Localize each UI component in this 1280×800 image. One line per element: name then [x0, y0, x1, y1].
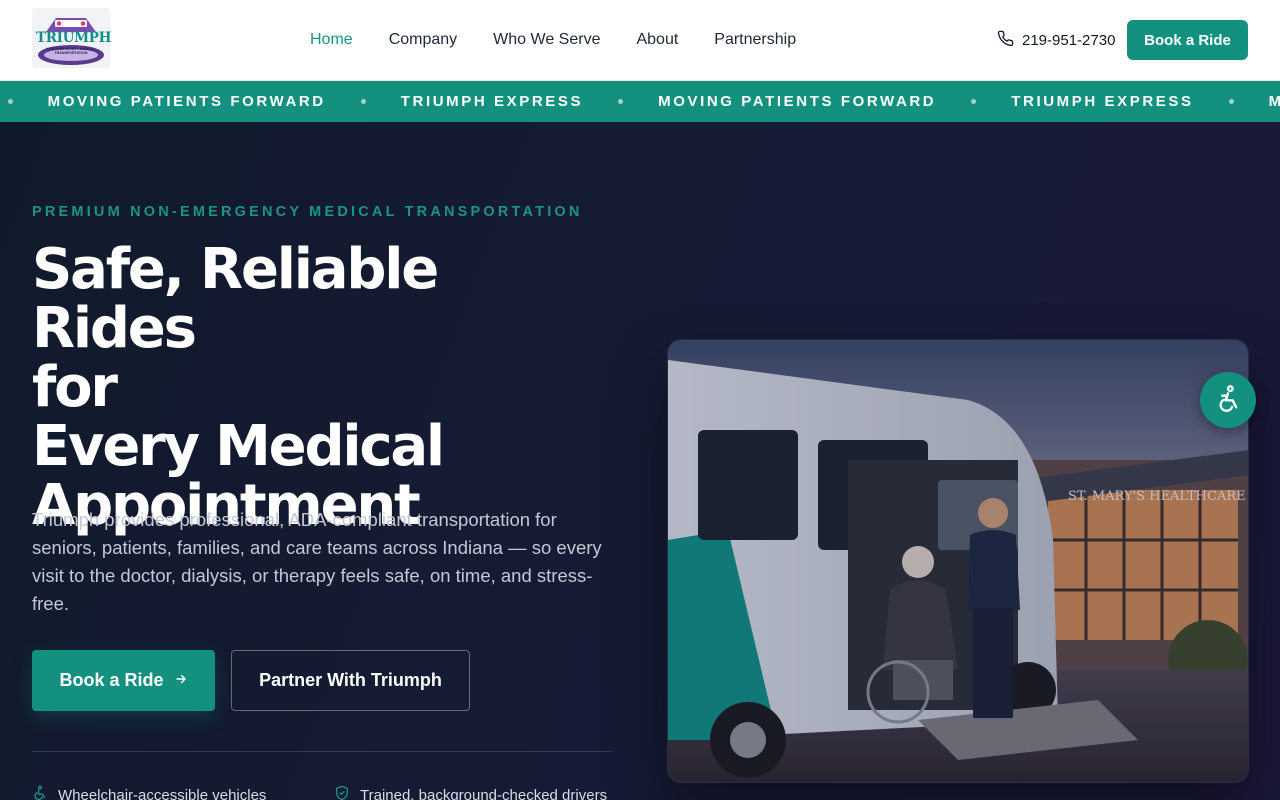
marquee-banner: S MOVING PATIENTS FORWARD TRIUMPH EXPRES… [0, 81, 1280, 122]
marquee-dot [618, 99, 624, 104]
hero-book-ride-button[interactable]: Book a Ride [32, 650, 215, 711]
marquee-dot [7, 99, 13, 104]
marquee-dot [1228, 99, 1234, 104]
feature-label: Trained, background-checked drivers [360, 786, 608, 800]
phone-number: 219-951-2730 [1022, 32, 1116, 49]
hero-photo-illustration: ST. MARY'S HEALTHCARE [668, 340, 1248, 782]
nav-partnership[interactable]: Partnership [714, 30, 796, 50]
partner-button[interactable]: Partner With Triumph [231, 650, 470, 711]
feature-label: Wheelchair-accessible vehicles [58, 786, 267, 800]
hero-headline: Safe, Reliable Rides for Every Medical A… [32, 240, 612, 535]
headline-line: Every Medical [32, 414, 445, 479]
nav-company[interactable]: Company [389, 30, 457, 50]
brand-logo[interactable]: TRIUMPH NON-EMERGENCY MEDICAL TRANSPORTA… [32, 8, 112, 68]
main-nav: Home Company Who We Serve About Partners… [310, 30, 796, 50]
hero-divider [32, 751, 612, 752]
marquee-track: S MOVING PATIENTS FORWARD TRIUMPH EXPRES… [0, 81, 1280, 122]
hero-section: PREMIUM NON-EMERGENCY MEDICAL TRANSPORTA… [0, 122, 1280, 800]
hero-eyebrow: PREMIUM NON-EMERGENCY MEDICAL TRANSPORTA… [32, 204, 583, 220]
accessibility-button[interactable] [1200, 372, 1256, 428]
marquee-dot [360, 99, 366, 104]
wheelchair-icon [32, 785, 48, 800]
shield-check-icon [334, 785, 350, 800]
feature-drivers: Trained, background-checked drivers [334, 785, 607, 800]
marquee-item: MOV [1268, 93, 1280, 110]
marquee-item: TRIUMPH EXPRESS [1011, 93, 1194, 110]
hero-book-ride-label: Book a Ride [59, 670, 164, 690]
nav-about[interactable]: About [636, 30, 678, 50]
marquee-item: TRIUMPH EXPRESS [400, 93, 584, 110]
hero-photo: ST. MARY'S HEALTHCARE [667, 339, 1249, 783]
accessibility-icon [1214, 384, 1242, 417]
arrow-right-icon [174, 670, 188, 691]
marquee-dot [971, 99, 977, 104]
nav-home[interactable]: Home [310, 30, 353, 50]
feature-wheelchair: Wheelchair-accessible vehicles [32, 785, 266, 800]
logo-wordmark: TRIUMPH [36, 30, 112, 46]
site-header: TRIUMPH NON-EMERGENCY MEDICAL TRANSPORTA… [0, 0, 1280, 81]
nav-who-we-serve[interactable]: Who We Serve [493, 30, 600, 50]
phone-link[interactable]: 219-951-2730 [997, 30, 1115, 51]
header-book-ride-button[interactable]: Book a Ride [1127, 20, 1248, 60]
hero-description: Triumph provides professional, ADA-compl… [32, 509, 602, 614]
headline-line: Safe, Reliable Rides [32, 237, 439, 361]
logo-tagline: NON-EMERGENCY MEDICAL TRANSPORTATION [46, 47, 96, 56]
marquee-item: MOVING PATIENTS FORWARD [658, 93, 937, 110]
headline-line: for [32, 355, 118, 420]
marquee-item: MOVING PATIENTS FORWARD [47, 93, 326, 110]
phone-icon [997, 30, 1014, 51]
